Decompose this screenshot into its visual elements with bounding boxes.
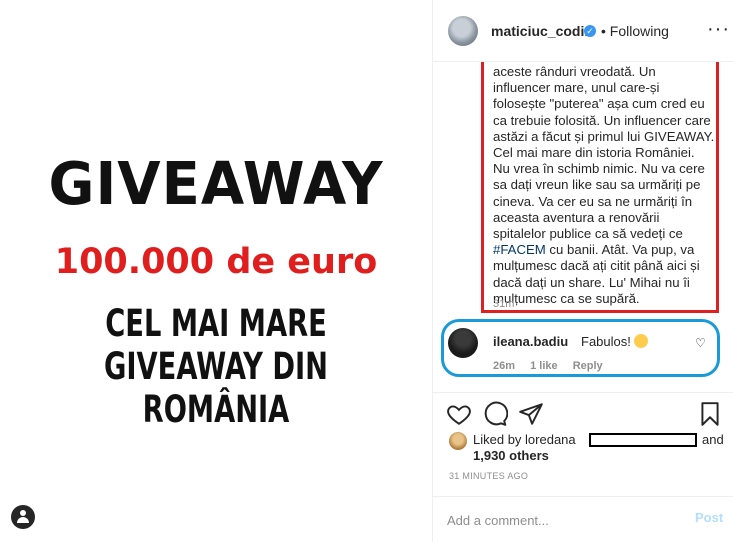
action-bar bbox=[433, 392, 733, 434]
post-image[interactable]: GIVEAWAY 100.000 de euro CEL MAI MARE GI… bbox=[0, 0, 432, 542]
image-line-2: GIVEAWAY DIN ROMÂNIA bbox=[104, 345, 328, 431]
following-button[interactable]: • Following bbox=[601, 23, 669, 39]
image-line-1: CEL MAI MARE bbox=[105, 302, 327, 345]
user-tag-icon[interactable] bbox=[11, 505, 35, 529]
author-username[interactable]: maticiuc_codin bbox=[491, 23, 593, 39]
likes-others-count[interactable]: 1,930 others bbox=[473, 447, 549, 465]
blue-highlight-oval bbox=[441, 319, 720, 377]
liker-avatar[interactable] bbox=[449, 432, 467, 450]
verified-badge-icon: ✓ bbox=[584, 25, 596, 37]
heart-icon[interactable] bbox=[446, 401, 472, 427]
likes-and: and bbox=[702, 432, 724, 447]
share-icon[interactable] bbox=[518, 401, 544, 427]
post-button[interactable]: Post bbox=[695, 510, 723, 525]
add-comment-input[interactable] bbox=[447, 510, 667, 530]
redaction-box bbox=[589, 433, 697, 447]
post-timestamp[interactable]: 31 MINUTES AGO bbox=[449, 471, 528, 481]
post-sidebar: maticiuc_codin ✓ • Following ··· aceste … bbox=[432, 0, 733, 542]
more-options-icon[interactable]: ··· bbox=[707, 18, 730, 41]
image-title: GIVEAWAY bbox=[48, 150, 384, 219]
red-highlight-box bbox=[481, 62, 719, 313]
image-subtitle: 100.000 de euro bbox=[54, 242, 378, 282]
instagram-post-modal: GIVEAWAY 100.000 de euro CEL MAI MARE GI… bbox=[0, 0, 733, 542]
bookmark-icon[interactable] bbox=[697, 401, 723, 427]
post-header: maticiuc_codin ✓ • Following ··· bbox=[433, 0, 733, 62]
comment-icon[interactable] bbox=[482, 401, 508, 427]
add-comment-bar: Post bbox=[433, 496, 733, 542]
author-avatar[interactable] bbox=[448, 16, 478, 46]
